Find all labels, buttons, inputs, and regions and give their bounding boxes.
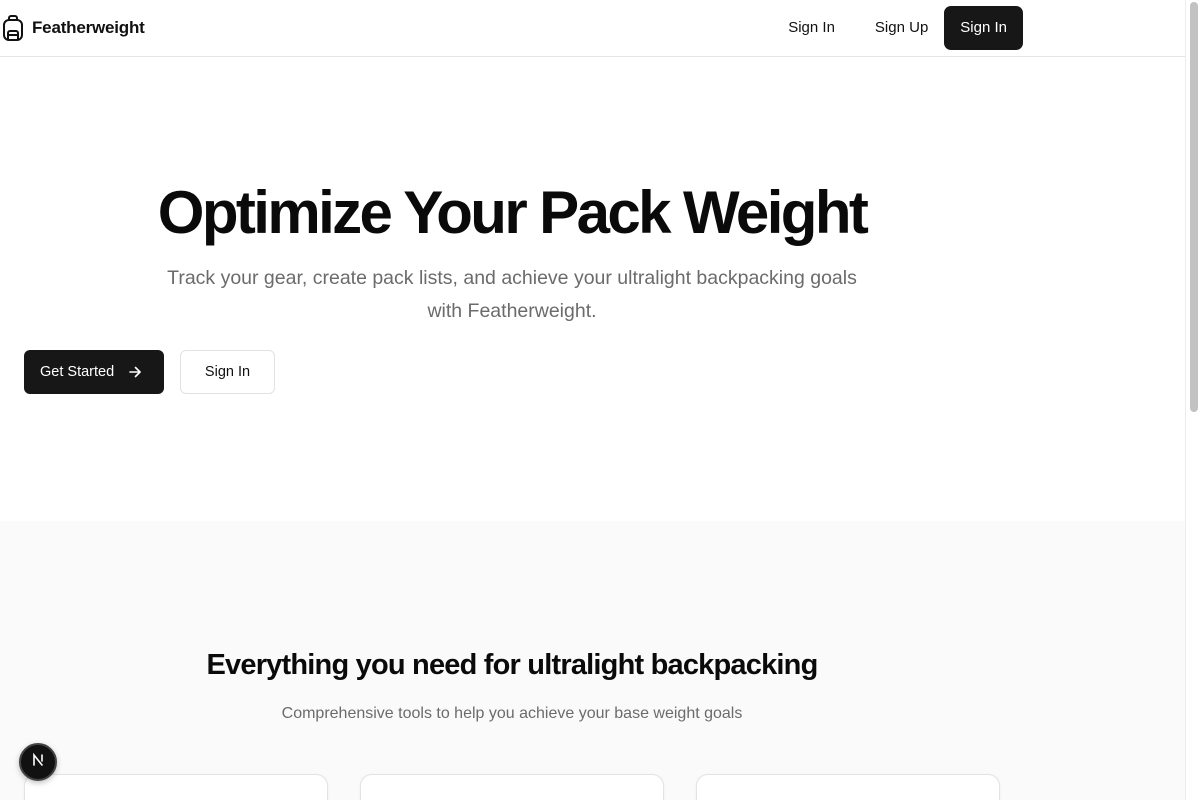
- brand[interactable]: Featherweight: [2, 15, 145, 41]
- scrollbar-thumb[interactable]: [1190, 2, 1198, 412]
- nav-sign-up-link[interactable]: Sign Up: [855, 6, 948, 50]
- dev-tools-badge[interactable]: [19, 743, 57, 781]
- nextjs-n-icon: [30, 752, 46, 773]
- feature-card: [360, 774, 664, 800]
- hero-title: Optimize Your Pack Weight: [157, 179, 869, 246]
- get-started-button[interactable]: Get Started: [24, 350, 164, 394]
- feature-card: [696, 774, 1000, 800]
- features-subtitle: Comprehensive tools to help you achieve …: [281, 705, 743, 722]
- brand-name: Featherweight: [32, 18, 145, 37]
- hero-subtitle: Track your gear, create pack lists, and …: [167, 267, 857, 322]
- feature-card: [24, 774, 328, 800]
- site-header: Featherweight Sign In Sign Up Sign In: [0, 0, 1185, 57]
- hero-sign-in-button[interactable]: Sign In: [180, 350, 275, 394]
- arrow-right-icon: [128, 365, 142, 379]
- backpack-icon: [2, 15, 24, 41]
- top-nav: Sign In Sign Up Sign In: [768, 6, 1023, 50]
- nav-sign-in-link[interactable]: Sign In: [768, 6, 855, 50]
- nav-sign-in-button[interactable]: Sign In: [944, 6, 1023, 50]
- features-section: Everything you need for ultralight backp…: [0, 521, 1185, 800]
- get-started-label: Get Started: [40, 364, 115, 380]
- features-title: Everything you need for ultralight backp…: [206, 649, 819, 681]
- page-scrollbar[interactable]: [1185, 0, 1200, 800]
